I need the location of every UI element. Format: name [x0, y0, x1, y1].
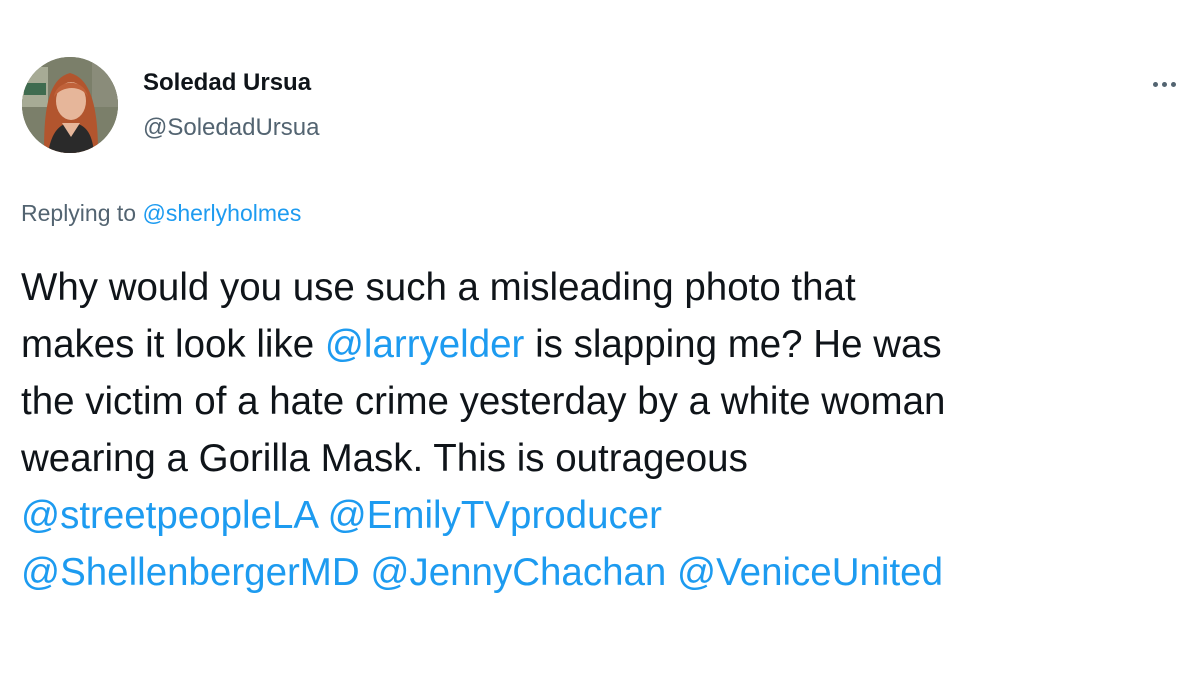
tweet-text-line: the victim of a hate crime yesterday by …: [21, 373, 1186, 430]
tweet-text-line: makes it look like @larryelder is slappi…: [21, 316, 1186, 373]
dot: [1170, 81, 1176, 87]
mention-link[interactable]: @streetpeopleLA: [21, 494, 317, 537]
more-options-icon[interactable]: [1146, 72, 1182, 96]
tweet-card: Soledad Ursua @SoledadUrsua Replying to …: [0, 0, 1200, 675]
dot: [1152, 81, 1158, 87]
tweet-mentions-line: @streetpeopleLA @EmilyTVproducer: [21, 487, 1186, 544]
mention-link[interactable]: @larryelder: [325, 323, 525, 366]
profile-photo-icon: [22, 57, 118, 153]
text-segment: is slapping me? He was: [524, 323, 942, 366]
reply-context: Replying to @sherlyholmes: [21, 198, 301, 228]
text-segment: the victim of a hate crime yesterday by …: [21, 380, 946, 423]
text-segment: Why would you use such a misleading phot…: [21, 266, 856, 309]
tweet-text: Why would you use such a misleading phot…: [21, 259, 1186, 601]
tweet-mentions-line: @ShellenbergerMD @JennyChachan @VeniceUn…: [21, 544, 1186, 601]
tweet-text-line: Why would you use such a misleading phot…: [21, 259, 1186, 316]
author-avatar[interactable]: [22, 57, 118, 153]
mention-link[interactable]: @VeniceUnited: [677, 551, 943, 594]
mention-link[interactable]: @JennyChachan: [370, 551, 666, 594]
author-handle[interactable]: @SoledadUrsua: [143, 113, 319, 143]
reply-context-prefix: Replying to: [21, 200, 143, 226]
dot: [1161, 81, 1167, 87]
mention-link[interactable]: @ShellenbergerMD: [21, 551, 360, 594]
tweet-text-line: wearing a Gorilla Mask. This is outrageo…: [21, 430, 1186, 487]
reply-to-mention[interactable]: @sherlyholmes: [142, 200, 301, 226]
text-segment: makes it look like: [21, 323, 325, 366]
author-display-name[interactable]: Soledad Ursua: [143, 68, 311, 98]
text-segment: wearing a Gorilla Mask. This is outrageo…: [21, 437, 748, 480]
mention-link[interactable]: @EmilyTVproducer: [328, 494, 662, 537]
